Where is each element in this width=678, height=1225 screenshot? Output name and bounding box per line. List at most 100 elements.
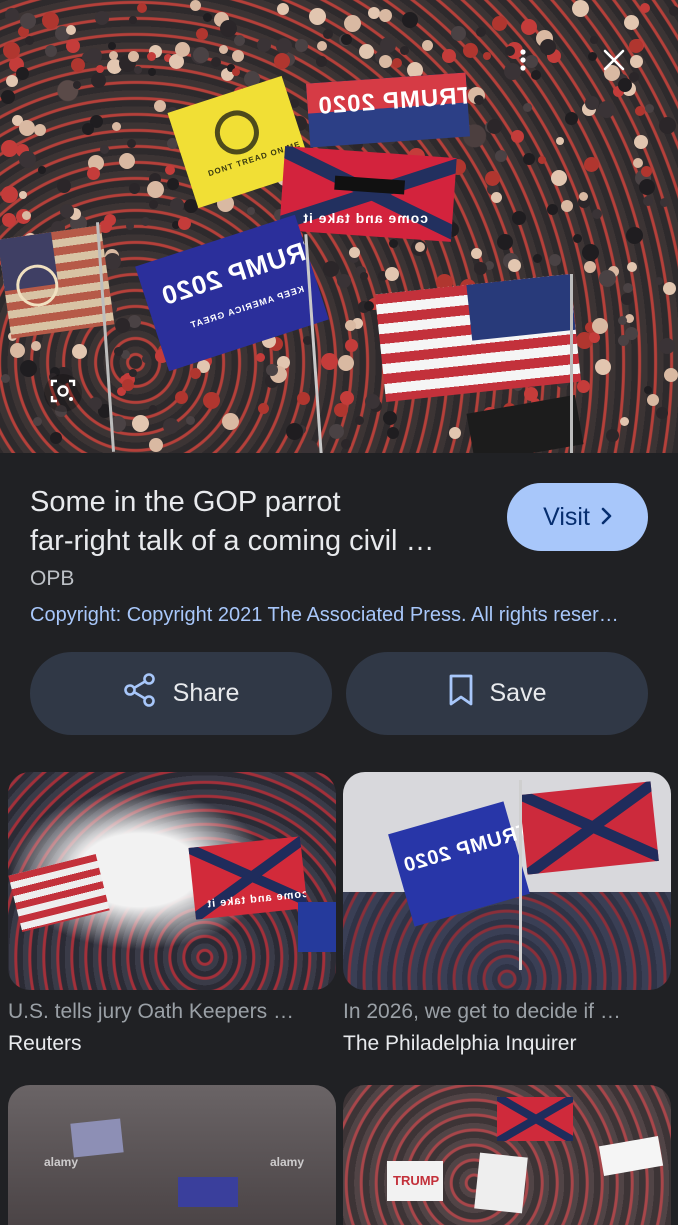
crowd-dot [1,374,10,383]
crowd-dot [442,49,456,63]
crowd-dot [82,123,94,135]
result-info-panel: Some in the GOP parrot far-right talk of… [0,453,678,1225]
crowd-dot [606,429,619,442]
sign-text: TRUMP [393,1173,440,1188]
crowd-dot [256,353,265,362]
lens-icon [50,378,76,409]
crowd-dot [618,316,627,325]
crowd-dot [492,16,507,31]
confederate-flag-shape [497,1097,573,1141]
crowd-dot [379,55,392,68]
crowd-dot [345,339,358,352]
crowd-dot [196,28,208,40]
related-card[interactable]: come and take it U.S. tells jury Oath Ke… [8,772,336,1056]
crowd-dot [364,301,374,311]
crowd-dot [538,156,546,164]
crowd-dot [5,8,19,22]
crowd-dot [126,222,134,230]
crowd-dot [100,145,109,154]
crowd-dot [485,171,500,186]
crowd-dot [3,42,20,59]
crowd-dot [572,0,589,17]
crowd-dot [565,112,578,125]
crowd-dot [655,277,663,285]
crowd-dot [345,320,356,331]
crowd-dot [402,12,418,28]
crowd-dot [360,272,368,280]
crowd-dot [277,3,289,15]
crowd-dot [626,227,643,244]
crowd-dot [660,198,669,207]
us-flag-shape [8,853,110,933]
visit-button[interactable]: Visit [507,483,648,551]
sign-shape [598,1136,664,1176]
related-image[interactable]: alamy alamy [8,1085,336,1225]
crowd-dot [633,158,643,168]
crowd-dot [641,166,652,177]
crowd-dot [91,73,106,88]
related-source: The Philadelphia Inquirer [343,1032,577,1055]
crowd-dot [148,68,156,76]
crowd-dot [524,387,538,401]
save-label: Save [489,679,547,707]
related-card[interactable]: TRUMP 2020 In 2026, we get to decide if … [343,772,671,1056]
more-options-button[interactable] [508,44,538,80]
related-image[interactable]: TRUMP [343,1085,671,1225]
save-button[interactable]: Save [346,652,648,735]
crowd-dot [385,267,399,281]
crowd-dot [297,392,310,405]
crowd-dot [592,318,608,334]
crowd-dot [234,35,245,46]
flag-pole [519,780,522,970]
crowd-dot [45,45,57,57]
crowd-dot [471,248,482,259]
crowd-dot [19,191,27,199]
crowd-dot [276,38,292,54]
crowd-dot [463,43,478,58]
crowd-dot [495,150,507,162]
crowd-dot [338,355,354,371]
crowd-dot [72,344,87,359]
crowd-dot [365,394,380,409]
crowd-dot [178,217,191,230]
related-image[interactable]: come and take it [8,772,336,990]
related-card[interactable]: TRUMP [343,1085,671,1225]
crowd-dot [66,39,80,53]
crowd-dot [112,122,121,131]
crowd-dot [66,25,76,35]
crowd-dot [647,394,659,406]
crowd-dot [474,262,487,275]
crowd-dot [383,411,397,425]
crowd-dot [590,36,598,44]
result-source: OPB [30,567,75,590]
crowd-dot [147,181,164,198]
crowd-dot [96,65,104,73]
related-image[interactable]: TRUMP 2020 [343,772,671,990]
trump-flag-shape: TRUMP 2020 [388,801,532,927]
result-title[interactable]: Some in the GOP parrot far-right talk of… [30,483,490,561]
blue-flag-shape [298,902,336,952]
crowd-dot [147,52,156,61]
crowd-dot [127,139,136,148]
crowd-dot [295,39,308,52]
crowd-dot [22,211,31,220]
crowd-dot [149,200,158,209]
crowd-dot [523,103,532,112]
crowd-dot [556,137,564,145]
share-button[interactable]: Share [30,652,332,735]
crowd-dot [193,47,209,63]
crowd-dot [321,353,338,370]
crowd-dot [621,293,633,305]
result-copyright[interactable]: Copyright: Copyright 2021 The Associated… [30,604,648,627]
crowd-dot [25,36,34,45]
crowd-dot [573,234,582,243]
hero-image[interactable]: DONT TREAD ON ME TRUMP 2020 come and tak… [0,0,678,453]
crowd-dot [392,58,402,68]
sign-shape [474,1152,528,1214]
lens-button[interactable] [44,374,82,412]
close-button[interactable] [596,44,632,80]
crowd-dot [599,270,616,287]
related-card[interactable]: alamy alamy [8,1085,336,1225]
crowd-dot [2,213,16,227]
crowd-dot [380,37,396,53]
